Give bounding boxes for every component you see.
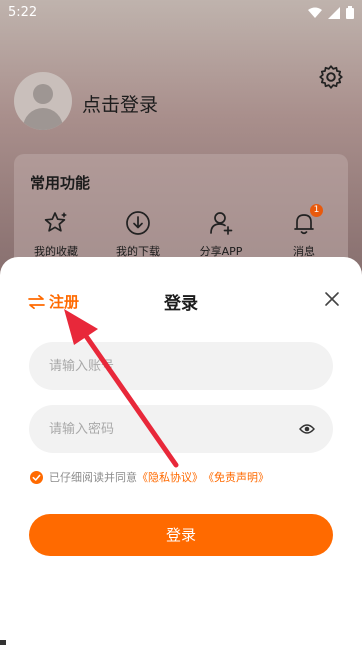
downloads-item[interactable]: 我的下载 [106,210,170,259]
avatar-body-shape [23,108,63,130]
close-icon[interactable] [324,291,340,307]
messages-item[interactable]: 1 消息 [272,204,336,259]
status-icons [308,6,354,19]
common-functions-title: 常用功能 [30,174,91,192]
privacy-policy-link[interactable]: 《隐私协议》 [137,469,203,485]
message-count-badge: 1 [310,204,323,217]
star-icon [44,212,67,232]
disclaimer-link[interactable]: 《免责声明》 [203,469,269,485]
favorites-item[interactable]: 我的收藏 [24,210,88,259]
avatar[interactable] [14,72,72,130]
status-time: 5:22 [8,5,38,20]
login-prompt-text[interactable]: 点击登录 [82,90,158,117]
system-nav-indicator [0,640,6,645]
agreement-row: 已仔细阅读并同意 《隐私协议》 《免责声明》 [30,469,269,485]
status-bar: 5:22 [0,0,362,26]
account-input[interactable] [29,342,279,390]
add-user-icon [210,212,233,235]
download-icon [126,211,150,235]
account-field[interactable] [29,342,333,390]
signal-icon [328,6,340,19]
sheet-title: 登录 [164,294,198,314]
eye-icon[interactable] [299,422,315,436]
agreement-text: 已仔细阅读并同意 [49,471,137,484]
password-input[interactable] [29,405,279,453]
password-field[interactable] [29,405,333,453]
battery-icon [346,6,354,19]
login-button[interactable]: 登录 [29,514,333,556]
share-app-item[interactable]: 分享APP [189,210,253,259]
wifi-icon [308,7,322,18]
checkmark-icon [32,474,41,481]
login-sheet: 注册 登录 已仔细阅读并同意 《隐私协议》 《免责声明》 登录 [0,257,362,645]
avatar-head-shape [33,84,53,104]
settings-gear-icon[interactable] [318,64,344,90]
agreement-checkbox[interactable] [30,470,43,484]
